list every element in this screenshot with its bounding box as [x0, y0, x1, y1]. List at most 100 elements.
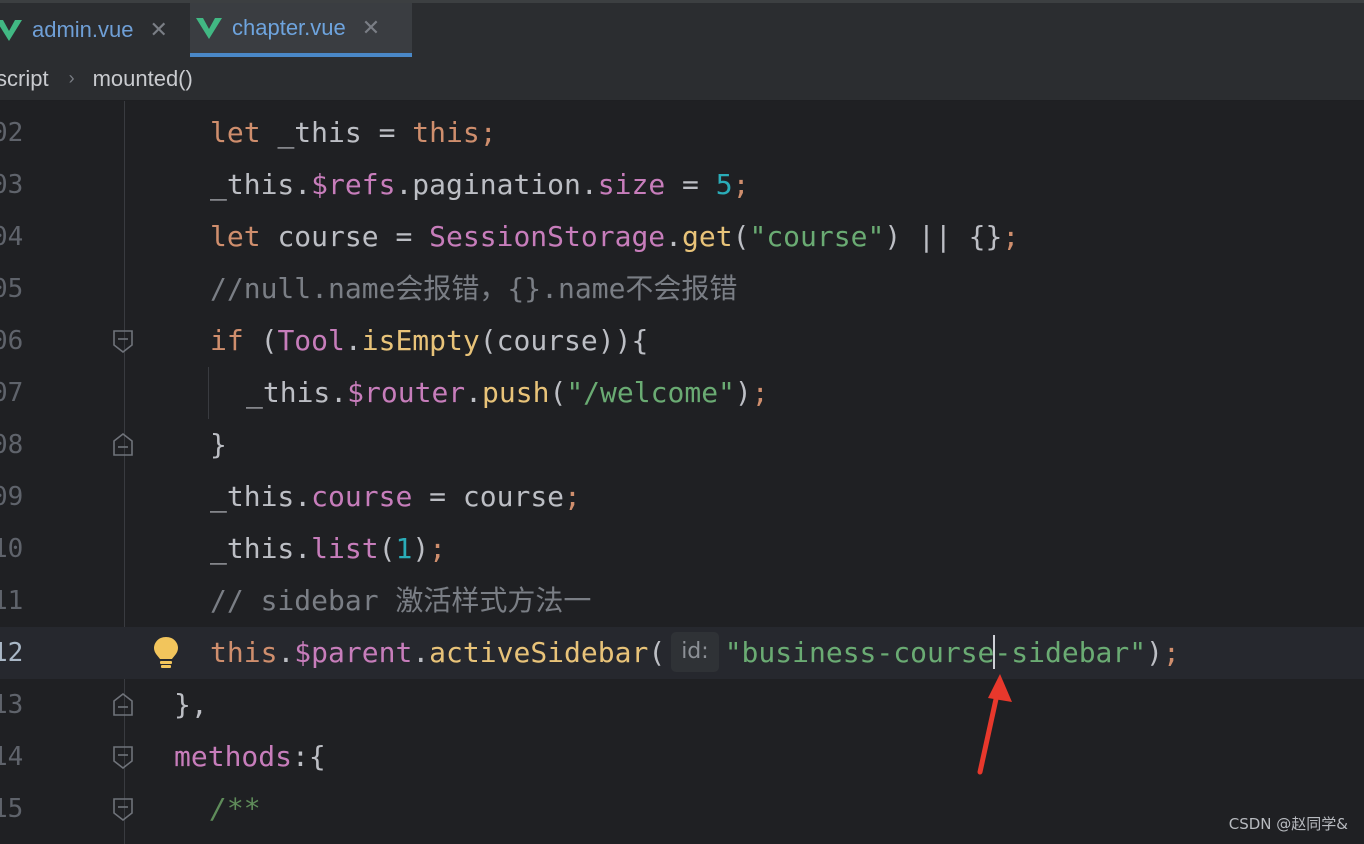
code-token: methods: [174, 740, 293, 773]
code-token: $router: [347, 376, 466, 409]
code-token: (: [260, 324, 278, 357]
code-text: }: [210, 419, 227, 471]
code-token: //null.name会报错，{}.name不会报错: [210, 272, 738, 305]
fold-marker-icon[interactable]: [112, 745, 134, 769]
tab-chapter-vue[interactable]: chapter.vue ✕: [190, 3, 412, 57]
code-token: .: [344, 324, 362, 357]
fold-marker-icon[interactable]: [112, 693, 134, 717]
code-line[interactable]: 12 this.$parent.activeSidebar(id:"busines…: [0, 627, 1364, 679]
code-line[interactable]: 05 //null.name会报错，{}.name不会报错: [0, 263, 1364, 315]
code-token: course: [311, 480, 413, 513]
code-text: //null.name会报错，{}.name不会报错: [210, 263, 737, 315]
code-token: .pagination.: [395, 168, 598, 201]
code-line[interactable]: 13},: [0, 679, 1364, 731]
close-icon[interactable]: ✕: [150, 19, 168, 41]
code-token: =: [665, 168, 716, 201]
code-token: "business-course: [724, 636, 995, 669]
code-line[interactable]: 10 _this.list(1);: [0, 523, 1364, 575]
code-token: ;: [479, 116, 497, 149]
close-icon[interactable]: ✕: [362, 17, 380, 39]
line-number: 02: [0, 118, 24, 148]
code-token: size: [597, 168, 666, 201]
line-number: 10: [0, 534, 24, 564]
code-token: if: [210, 324, 261, 357]
vue-logo-icon: [196, 18, 222, 39]
line-number: 15: [0, 794, 24, 824]
code-text: },: [174, 679, 208, 731]
code-token: :{: [292, 740, 326, 773]
code-token: ): [1146, 636, 1163, 669]
line-number: 14: [0, 742, 24, 772]
code-token: course =: [277, 220, 430, 253]
breadcrumb-item[interactable]: mounted(): [93, 66, 193, 92]
code-token: ): [734, 376, 752, 409]
code-text: _this.list(1);: [210, 523, 446, 575]
code-token: = course: [412, 480, 565, 513]
code-token: $parent: [294, 636, 413, 669]
line-number: 13: [0, 690, 24, 720]
code-token: .: [412, 636, 430, 669]
code-token: .: [277, 636, 295, 669]
code-token: this: [210, 636, 278, 669]
line-number: 07: [0, 378, 24, 408]
code-token: ) || {}: [884, 220, 1003, 253]
code-text: _this.course = course;: [210, 471, 581, 523]
code-line[interactable]: 15 /**: [0, 783, 1364, 835]
code-text: _this.$refs.pagination.size = 5;: [210, 159, 749, 211]
code-token: "/welcome": [566, 376, 735, 409]
tab-label: chapter.vue: [232, 15, 346, 40]
code-line[interactable]: 03 _this.$refs.pagination.size = 5;: [0, 159, 1364, 211]
indent-guide: [208, 367, 209, 419]
code-token: }: [210, 428, 227, 461]
code-token: this: [412, 116, 480, 149]
fold-marker-icon[interactable]: [112, 797, 134, 821]
code-token: .: [665, 220, 683, 253]
line-number: 08: [0, 430, 24, 460]
code-token: let: [210, 220, 278, 253]
code-line[interactable]: 09 _this.course = course;: [0, 471, 1364, 523]
vue-logo-icon: [0, 20, 22, 41]
code-token: _this =: [277, 116, 413, 149]
fold-marker-icon[interactable]: [112, 329, 134, 353]
code-line[interactable]: 06 if (Tool.isEmpty(course)){: [0, 315, 1364, 367]
fold-marker-icon[interactable]: [112, 433, 134, 457]
lightbulb-icon[interactable]: [152, 635, 180, 669]
code-line[interactable]: 07 _this.$router.push("/welcome");: [0, 367, 1364, 419]
code-token: ;: [732, 168, 750, 201]
code-token: _this.: [210, 480, 312, 513]
code-token: ;: [1162, 636, 1180, 669]
code-line[interactable]: 04 let course = SessionStorage.get("cours…: [0, 211, 1364, 263]
chevron-right-icon: ›: [68, 68, 75, 88]
code-token: list: [311, 532, 379, 565]
code-token: _this.: [210, 168, 312, 201]
code-line[interactable]: 08}: [0, 419, 1364, 471]
code-text: methods:{: [174, 731, 326, 783]
code-token: 5: [715, 168, 733, 201]
tab-label: admin.vue: [32, 17, 134, 42]
code-token: get: [682, 220, 733, 253]
breadcrumb: script › mounted(): [0, 57, 1364, 101]
code-token: "course": [749, 220, 885, 253]
code-token: },: [174, 688, 208, 721]
code-token: ;: [429, 532, 447, 565]
code-text: let course = SessionStorage.get("course"…: [210, 211, 1019, 263]
breadcrumb-item[interactable]: script: [0, 66, 49, 92]
line-number: 12: [0, 638, 24, 668]
code-line[interactable]: 14 methods:{: [0, 731, 1364, 783]
code-token: isEmpty: [361, 324, 480, 357]
code-line[interactable]: 02 let _this = this;: [0, 107, 1364, 159]
code-editor[interactable]: 02let _this = this;03_this.$refs.paginat…: [0, 101, 1364, 844]
code-line[interactable]: 11 // sidebar 激活样式方法一: [0, 575, 1364, 627]
code-token: (: [648, 636, 666, 669]
code-token: ): [412, 532, 430, 565]
code-token: (: [732, 220, 750, 253]
code-token: SessionStorage: [429, 220, 666, 253]
code-token: (: [378, 532, 396, 565]
code-token: _this.: [210, 532, 312, 565]
parameter-hint: id:: [671, 632, 719, 672]
code-text: // sidebar 激活样式方法一: [210, 575, 591, 627]
tab-admin-vue[interactable]: admin.vue ✕: [0, 3, 190, 57]
text-caret: [993, 635, 996, 669]
code-text: this.$parent.activeSidebar(id: "business-…: [210, 627, 1180, 679]
code-token: let: [210, 116, 278, 149]
